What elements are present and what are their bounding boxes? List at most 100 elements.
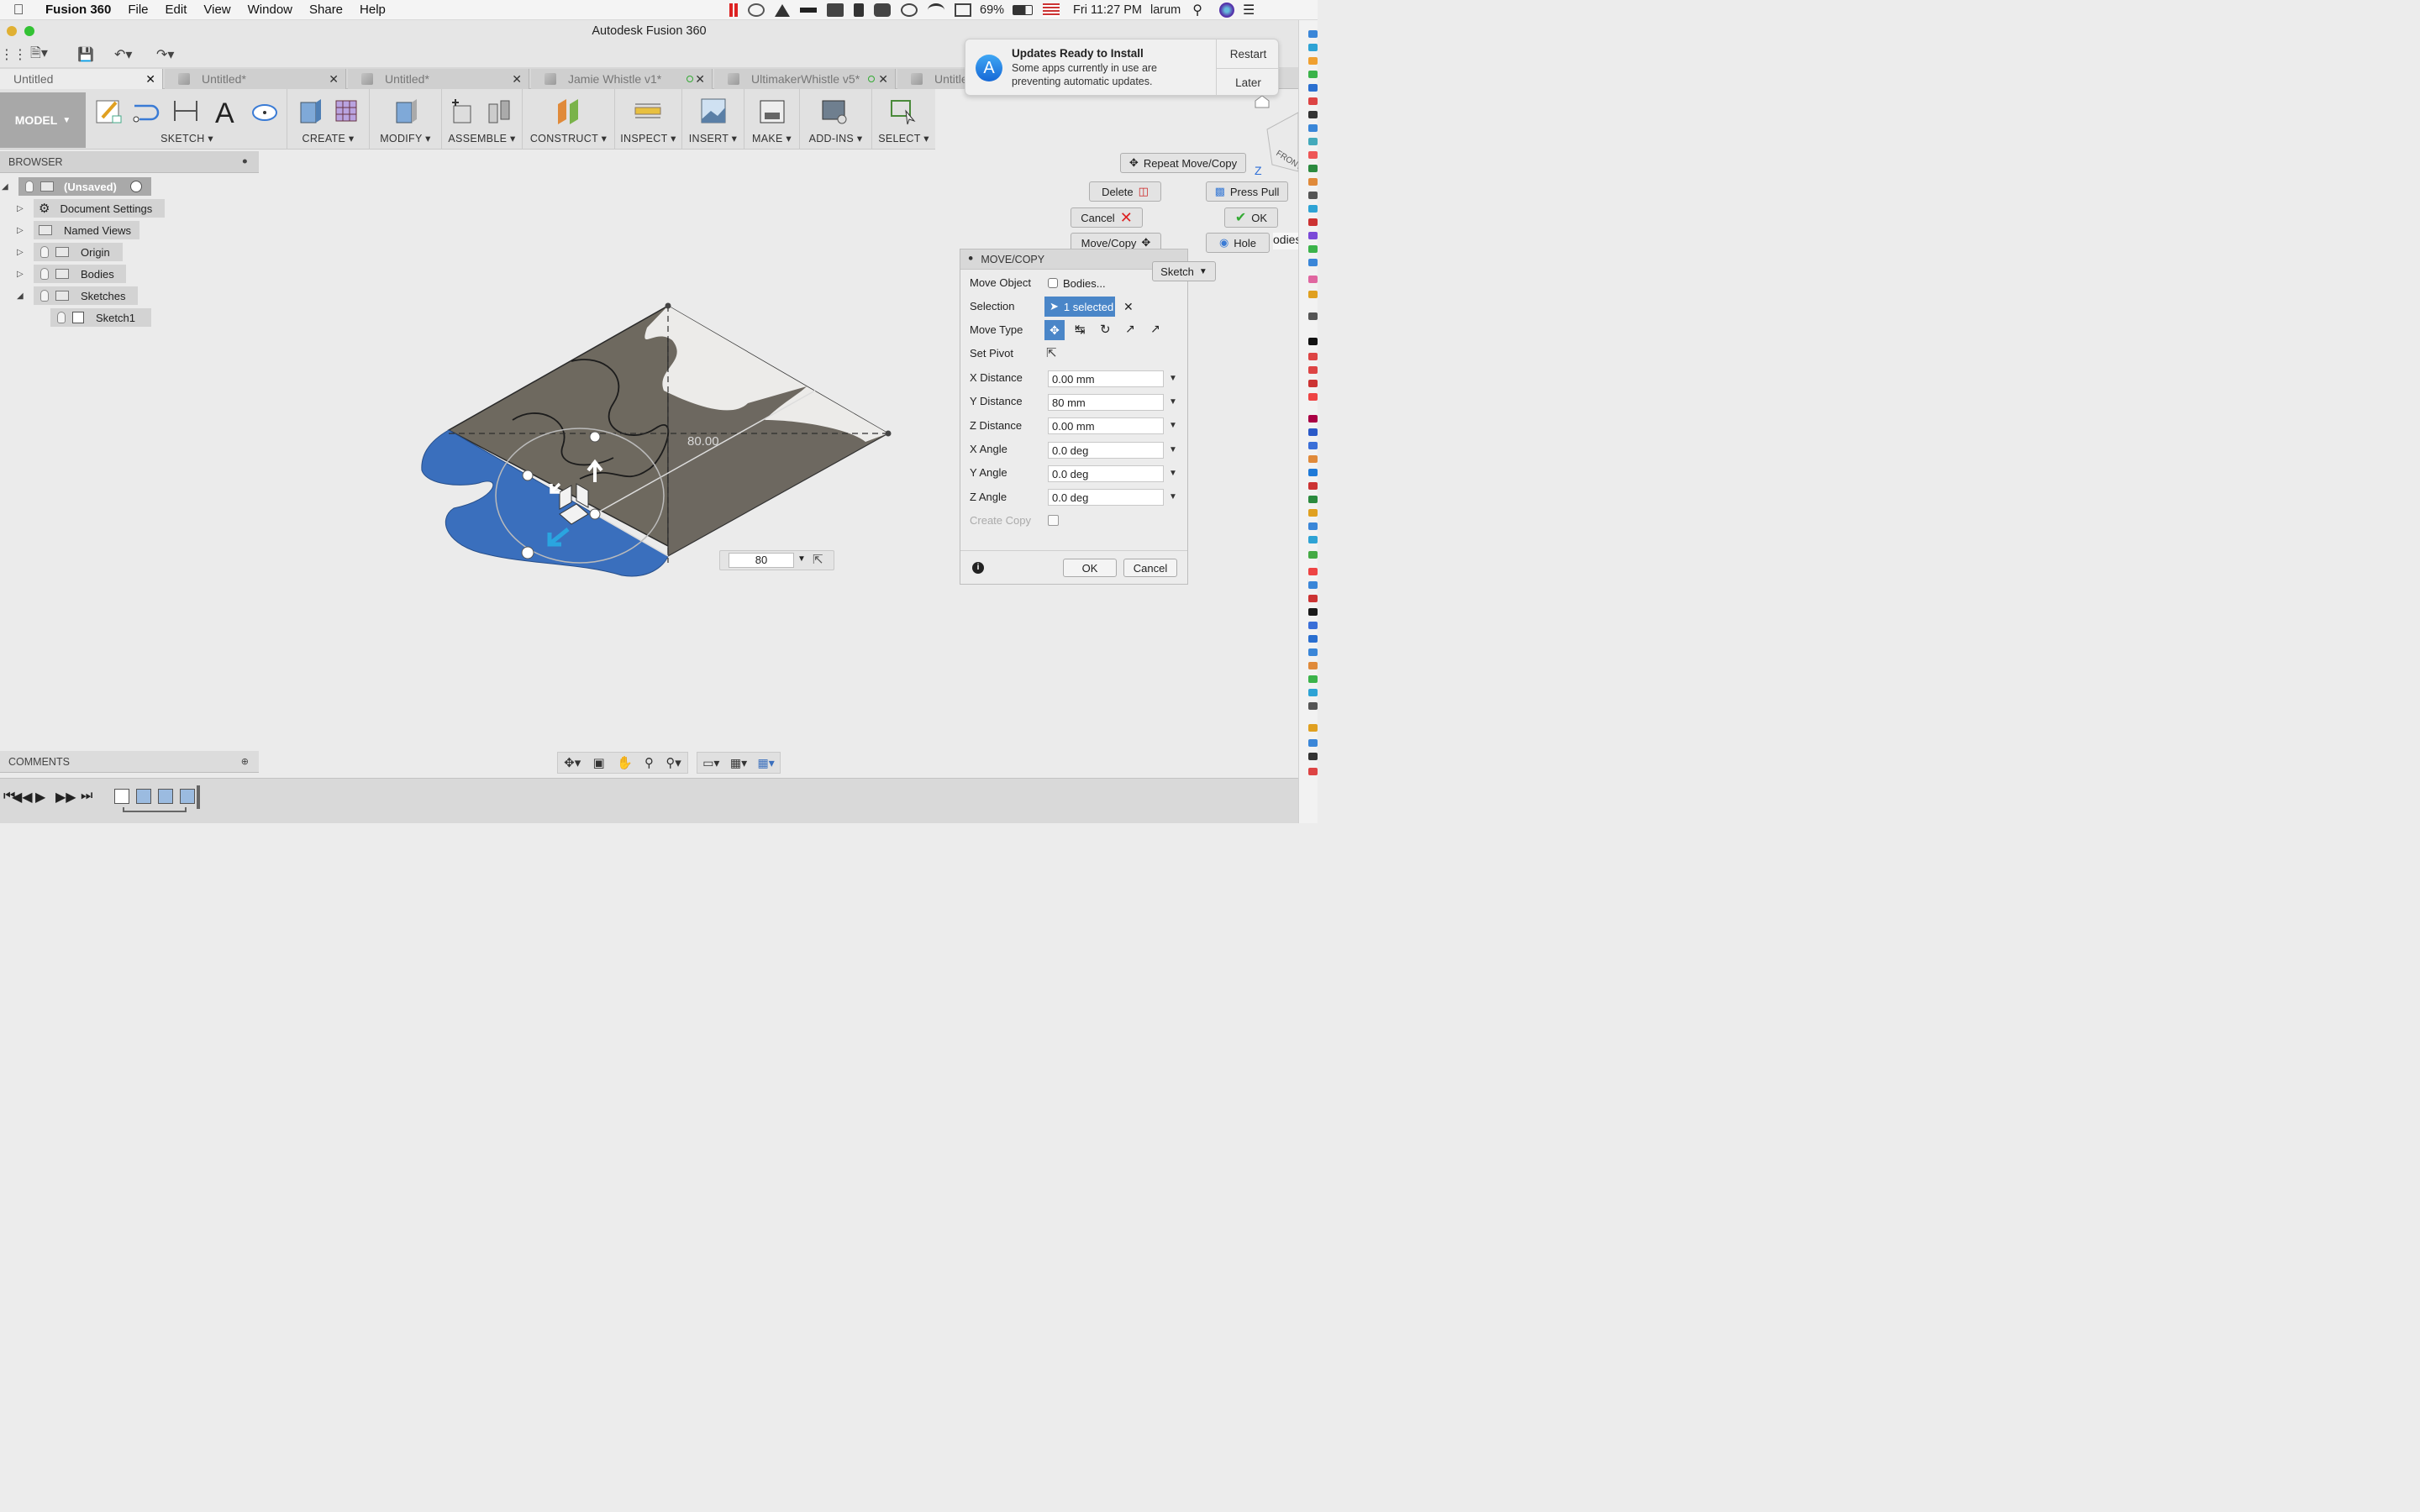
redo-icon[interactable]: ↷▾ xyxy=(156,46,174,63)
dock-icon[interactable] xyxy=(1308,366,1318,374)
browser-item-sketches[interactable]: Sketches xyxy=(34,286,138,305)
clock[interactable]: Fri 11:27 PM xyxy=(1073,3,1142,17)
drive-icon[interactable] xyxy=(775,3,790,17)
dock-icon[interactable] xyxy=(1308,581,1318,589)
dock-icon[interactable] xyxy=(1308,635,1318,643)
dock-icon[interactable] xyxy=(1308,291,1318,298)
zoom-window-icon[interactable]: ⚲▾ xyxy=(666,755,681,770)
browser-root-node[interactable]: (Unsaved) xyxy=(18,177,151,196)
look-at-icon[interactable]: ▣ xyxy=(593,755,605,770)
evernote-icon[interactable] xyxy=(874,3,891,17)
dock-icon[interactable] xyxy=(1308,192,1318,199)
pause-icon[interactable] xyxy=(729,3,738,17)
dock-icon[interactable] xyxy=(1308,455,1318,463)
dock-icon[interactable] xyxy=(1308,702,1318,710)
offset-plane-icon[interactable] xyxy=(555,96,583,126)
dock-icon[interactable] xyxy=(1308,753,1318,760)
browser-item-sketch1[interactable]: Sketch1 xyxy=(50,308,151,327)
dock-icon[interactable] xyxy=(1308,151,1318,159)
go-to-end-icon[interactable]: ⏭ xyxy=(81,789,92,804)
dock-icon[interactable] xyxy=(1308,312,1318,320)
step-forward-icon[interactable]: ▶▶ xyxy=(55,789,76,806)
us-flag-icon[interactable] xyxy=(1043,3,1060,17)
press-pull-icon[interactable] xyxy=(392,96,420,126)
lightbulb-icon[interactable] xyxy=(40,290,49,302)
notification-center-icon[interactable]: ☰ xyxy=(1243,2,1255,18)
orbit-icon[interactable]: ✥▾ xyxy=(564,755,581,770)
file-menu-icon[interactable]: 🗎▾ xyxy=(30,46,48,63)
ribbon-group-insert[interactable]: INSERT ▾ xyxy=(682,89,744,150)
dock-icon[interactable] xyxy=(1308,648,1318,656)
y-angle-input[interactable]: 0.0 deg xyxy=(1048,465,1164,482)
joint-icon[interactable] xyxy=(486,96,514,126)
ribbon-group-make[interactable]: MAKE ▾ xyxy=(744,89,800,150)
dimension-icon[interactable] xyxy=(171,96,200,126)
hole-button[interactable]: ◉ Hole xyxy=(1206,233,1270,253)
ribbon-group-modify[interactable]: MODIFY ▾ xyxy=(370,89,442,150)
rotate-icon[interactable]: ↻ xyxy=(1100,322,1111,337)
dock-icon[interactable] xyxy=(1308,138,1318,145)
collapse-icon[interactable]: ◢ xyxy=(17,291,24,301)
close-icon[interactable]: ✕ xyxy=(878,72,888,87)
info-icon[interactable]: i xyxy=(972,562,984,574)
dropdown-arrow-icon[interactable]: ▼ xyxy=(1169,421,1177,430)
dock-icon[interactable] xyxy=(1308,608,1318,616)
ribbon-group-assemble[interactable]: ASSEMBLE ▾ xyxy=(442,89,523,150)
expand-root-icon[interactable]: ◢ xyxy=(2,182,8,192)
point-to-position-icon[interactable]: ↗ xyxy=(1150,322,1160,336)
zoom-button[interactable] xyxy=(24,26,34,36)
repeat-move-copy-button[interactable]: ✥ Repeat Move/Copy xyxy=(1120,153,1246,173)
press-pull-button[interactable]: ▩ Press Pull xyxy=(1206,181,1288,202)
x-distance-input[interactable]: 0.00 mm xyxy=(1048,370,1164,387)
create-sketch-icon[interactable] xyxy=(94,96,123,126)
dropdown-arrow-icon[interactable]: ▼ xyxy=(1169,374,1177,383)
text-icon[interactable]: A xyxy=(212,96,240,126)
dock-icon[interactable] xyxy=(1308,276,1318,283)
grid-settings-icon[interactable]: ▦▾ xyxy=(730,756,747,770)
tab-untitled[interactable]: Untitled ✕ xyxy=(0,69,163,89)
collapse-icon[interactable]: ⚫ xyxy=(967,255,974,264)
dock-icon[interactable] xyxy=(1308,84,1318,92)
viewports-icon[interactable]: ▦▾ xyxy=(758,756,775,770)
dock-icon[interactable] xyxy=(1308,353,1318,360)
zoom-icon[interactable]: ⚲ xyxy=(644,755,654,770)
create-copy-checkbox[interactable] xyxy=(1048,515,1059,526)
grid-icon[interactable]: ⋮⋮ xyxy=(0,46,27,63)
ribbon-group-construct[interactable]: CONSTRUCT ▾ xyxy=(523,89,615,150)
dock-icon[interactable] xyxy=(1308,245,1318,253)
dock-icon[interactable] xyxy=(1308,509,1318,517)
dock-icon[interactable] xyxy=(1308,496,1318,503)
dropdown-arrow-icon[interactable]: ▼ xyxy=(1169,469,1177,478)
3d-print-icon[interactable] xyxy=(758,96,786,126)
timeline-sketch-icon[interactable] xyxy=(114,789,129,804)
lightbulb-icon[interactable] xyxy=(40,246,49,258)
new-component-icon[interactable] xyxy=(449,96,477,126)
close-icon[interactable]: ✕ xyxy=(695,72,705,87)
collapse-panel-icon[interactable]: ⚫ xyxy=(241,156,249,167)
ellipse-icon[interactable] xyxy=(250,96,279,126)
viewport-model[interactable]: 80.00 xyxy=(412,294,908,588)
menu-share[interactable]: Share xyxy=(301,3,351,17)
spotlight-icon[interactable]: ⚲ xyxy=(1192,2,1202,18)
lightbulb-icon[interactable] xyxy=(25,181,34,192)
measure-icon[interactable] xyxy=(634,96,662,126)
dropdown-arrow-icon[interactable]: ▼ xyxy=(1169,445,1177,454)
timeline-marker[interactable] xyxy=(197,785,200,809)
username[interactable]: larum xyxy=(1150,3,1181,17)
menu-help[interactable]: Help xyxy=(351,3,394,17)
menu-edit[interactable]: Edit xyxy=(157,3,196,17)
apple-icon[interactable]:  xyxy=(0,2,37,18)
battery-bar-icon[interactable] xyxy=(800,8,817,13)
dock-icon[interactable] xyxy=(1308,218,1318,226)
scripts-icon[interactable] xyxy=(820,96,849,126)
dock-icon[interactable] xyxy=(1308,124,1318,132)
dock-icon[interactable] xyxy=(1308,259,1318,266)
z-angle-input[interactable]: 0.0 deg xyxy=(1048,489,1164,506)
dock-icon[interactable] xyxy=(1308,689,1318,696)
dock-icon[interactable] xyxy=(1308,44,1318,51)
ribbon-group-sketch[interactable]: A SKETCH ▾ xyxy=(87,89,287,150)
browser-item-bodies[interactable]: Bodies xyxy=(34,265,126,283)
tab-jamie-whistle[interactable]: Jamie Whistle v1* ✕ xyxy=(531,69,713,89)
menu-app-name[interactable]: Fusion 360 xyxy=(37,3,119,17)
step-back-icon[interactable]: ◀◀ xyxy=(12,789,33,806)
